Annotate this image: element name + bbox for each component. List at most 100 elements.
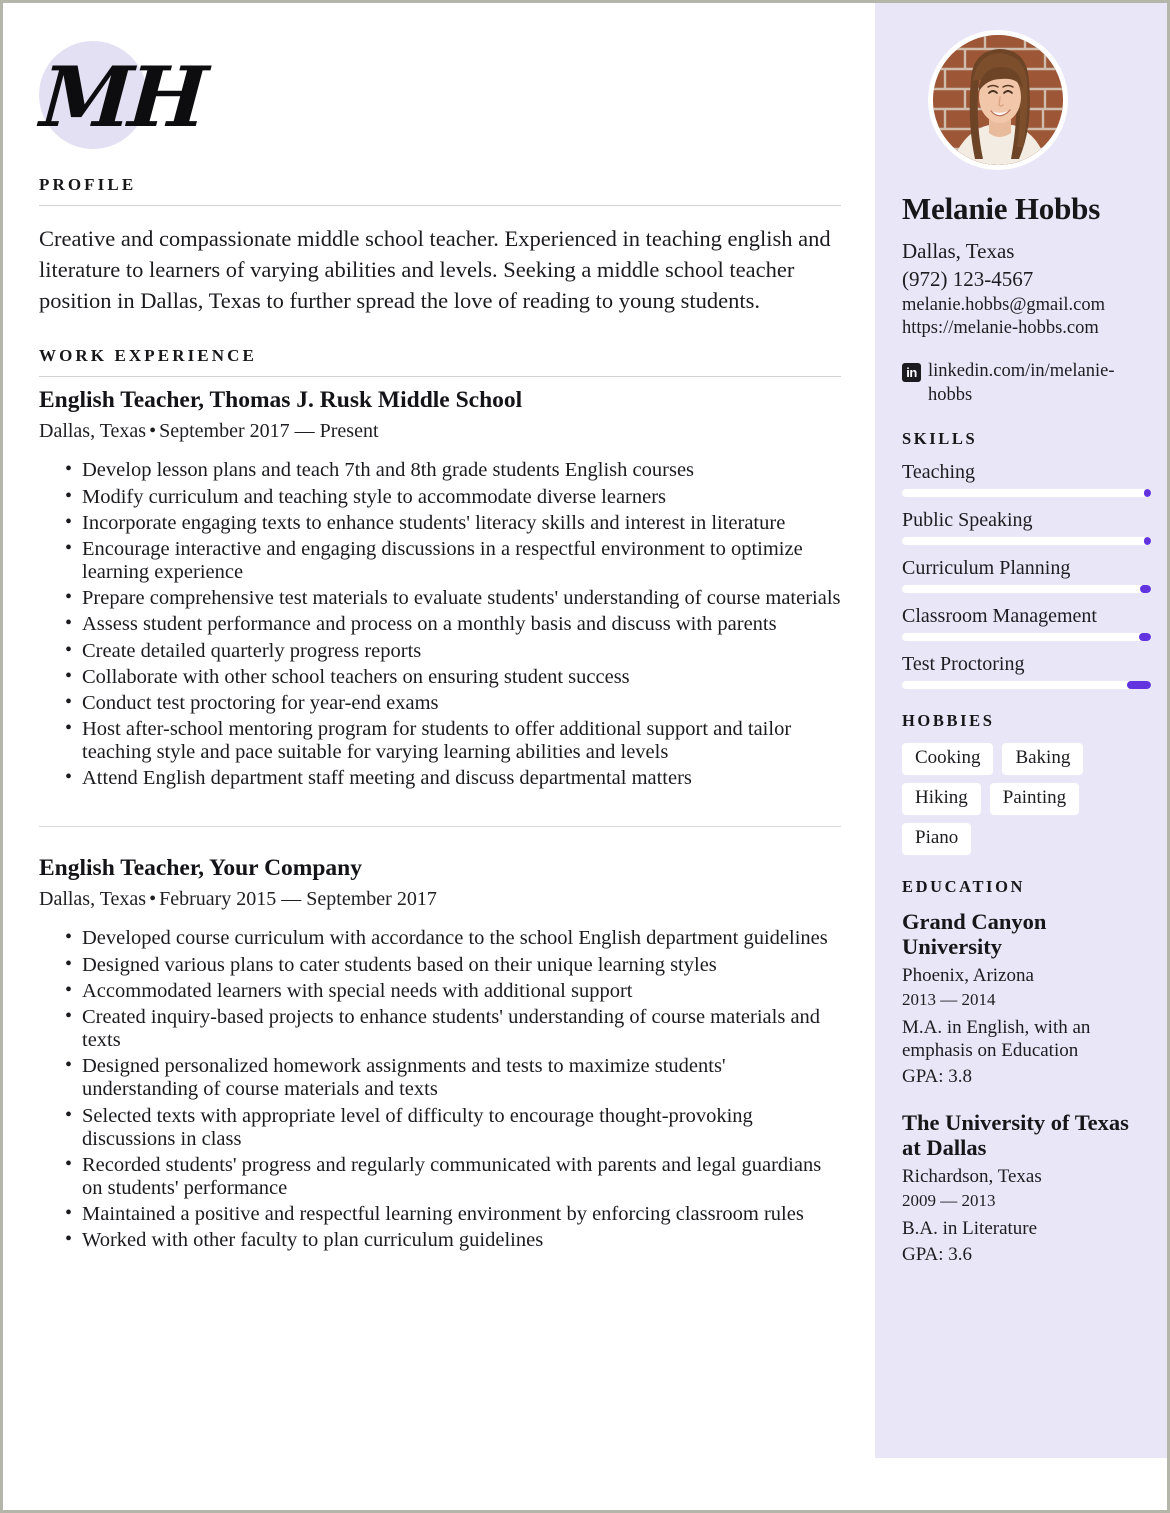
skill-bar	[902, 681, 1151, 690]
linkedin-url: linkedin.com/in/melanie-hobbs	[928, 360, 1115, 405]
education-school: Grand Canyon University	[902, 908, 1047, 959]
education-list: Grand Canyon University Phoenix, Arizona…	[902, 909, 1151, 1268]
education-item: Grand Canyon University Phoenix, Arizona…	[902, 909, 1151, 1090]
job-bullet: Selected texts with appropriate level of…	[65, 1104, 841, 1151]
job-bullet: Create detailed quarterly progress repor…	[65, 639, 841, 663]
job-bullet: Created inquiry-based projects to enhanc…	[65, 1005, 841, 1052]
job-bullet: Conduct test proctoring for year-end exa…	[65, 691, 841, 715]
work-experience-heading: WORK EXPERIENCE	[39, 346, 257, 366]
job-separator: •	[149, 420, 157, 443]
profile-section: PROFILE Creative and compassionate middl…	[39, 175, 841, 316]
job-location: Dallas, Texas	[39, 888, 147, 911]
job-bullet: Designed personalized homework assignmen…	[65, 1054, 841, 1101]
job-dates: September 2017 — Present	[159, 420, 379, 443]
job-bullet: Recorded students' progress and regularl…	[65, 1153, 841, 1200]
avatar-photo	[933, 35, 1063, 165]
linkedin-icon: in	[902, 362, 921, 382]
profile-heading: PROFILE	[39, 175, 137, 194]
job-bullet: Worked with other faculty to plan curric…	[65, 1228, 841, 1252]
job-bullet: Develop lesson plans and teach 7th and 8…	[65, 458, 841, 482]
hobby-tag: Baking	[1002, 743, 1084, 776]
contact-phone[interactable]: (972) 123-4567	[902, 266, 1151, 294]
profile-rule	[39, 205, 841, 206]
job-bullet-list: Develop lesson plans and teach 7th and 8…	[39, 458, 841, 790]
skill-bar	[902, 489, 1151, 498]
job-title: English Teacher, Your Company	[39, 855, 362, 882]
job-separator: •	[149, 888, 157, 911]
skill-item: Public Speaking	[902, 509, 1151, 546]
education-degree: M.A. in English, with an emphasis on Edu…	[902, 1016, 1091, 1062]
hobby-tag: Cooking	[902, 743, 994, 776]
education-dates: 2013 — 2014	[902, 989, 996, 1009]
job-bullet: Encourage interactive and engaging discu…	[65, 537, 841, 584]
job-bullet: Collaborate with other school teachers o…	[65, 665, 841, 689]
skill-bar-fill	[1139, 633, 1151, 642]
resume-page: MH PROFILE Creative and compassionate mi…	[0, 0, 1170, 1513]
job-bullet: Designed various plans to cater students…	[65, 953, 841, 977]
job-bullet: Developed course curriculum with accorda…	[65, 926, 841, 950]
education-item: The University of Texas at Dallas Richar…	[902, 1110, 1151, 1268]
job-bullet: Accommodated learners with special needs…	[65, 979, 841, 1003]
job-bullet: Assess student performance and process o…	[65, 612, 841, 636]
job-title: English Teacher, Thomas J. Rusk Middle S…	[39, 387, 523, 414]
education-gpa: GPA: 3.6	[902, 1243, 973, 1265]
job-bullet: Maintained a positive and respectful lea…	[65, 1202, 841, 1226]
education-degree: B.A. in Literature	[902, 1218, 1038, 1240]
skill-bar	[902, 537, 1151, 546]
skill-label: Classroom Management	[902, 605, 1097, 628]
education-heading: EDUCATION	[902, 876, 1026, 896]
contact-website[interactable]: https://melanie-hobbs.com	[902, 317, 1151, 341]
portrait-illustration	[933, 35, 1063, 165]
job-bullet: Prepare comprehensive test materials to …	[65, 586, 841, 610]
job-location: Dallas, Texas	[39, 420, 147, 443]
skill-bar-fill	[1144, 489, 1151, 498]
education-school: The University of Texas at Dallas	[902, 1110, 1129, 1161]
education-location: Richardson, Texas	[902, 1166, 1042, 1188]
skill-item: Curriculum Planning	[902, 557, 1151, 594]
hobbies-heading: HOBBIES	[902, 711, 995, 731]
hobbies-list: Cooking Baking Hiking Painting Piano	[902, 743, 1117, 855]
skill-bar-fill	[1140, 585, 1151, 594]
job-entry: English Teacher, Thomas J. Rusk Middle S…	[39, 387, 841, 790]
skill-label: Curriculum Planning	[902, 557, 1071, 580]
monogram-initials: MH	[37, 48, 207, 146]
skills-heading: SKILLS	[902, 429, 978, 449]
main-column: MH PROFILE Creative and compassionate mi…	[3, 3, 875, 1256]
education-dates: 2009 — 2013	[902, 1191, 996, 1211]
skill-label: Public Speaking	[902, 509, 1033, 532]
skills-list: Teaching Public Speaking Curriculum Plan…	[902, 461, 1151, 690]
skill-item: Classroom Management	[902, 605, 1151, 642]
skill-bar	[902, 585, 1151, 594]
linkedin-icon-glyph: in	[906, 364, 917, 380]
contact-email[interactable]: melanie.hobbs@gmail.com	[902, 294, 1151, 318]
monogram-logo: MH	[38, 39, 207, 149]
job-entry: English Teacher, Your Company Dallas, Te…	[39, 855, 841, 1252]
job-bullet: Modify curriculum and teaching style to …	[65, 485, 841, 509]
hobby-tag: Hiking	[902, 783, 981, 815]
job-bullet: Host after-school mentoring program for …	[65, 717, 841, 764]
skill-bar	[902, 633, 1151, 642]
skill-label: Teaching	[902, 461, 976, 484]
job-bullet: Attend English department staff meeting …	[65, 766, 841, 790]
education-gpa: GPA: 3.8	[902, 1066, 973, 1088]
job-dates: February 2015 — September 2017	[159, 888, 437, 911]
job-meta: Dallas, Texas • September 2017 — Present	[39, 420, 841, 443]
skill-bar-fill	[1144, 537, 1151, 546]
skill-item: Test Proctoring	[902, 653, 1151, 690]
education-location: Phoenix, Arizona	[902, 964, 1034, 986]
avatar	[928, 30, 1068, 170]
work-experience-rule	[39, 376, 841, 378]
profile-summary-text: Creative and compassionate middle school…	[39, 226, 831, 313]
job-bullet: Incorporate engaging texts to enhance st…	[65, 511, 841, 535]
contact-linkedin[interactable]: in linkedin.com/in/melanie-hobbs	[902, 360, 1151, 407]
contact-location: Dallas, Texas	[902, 239, 1015, 264]
skill-label: Test Proctoring	[902, 653, 1025, 676]
job-meta: Dallas, Texas • February 2015 — September …	[39, 888, 841, 911]
skill-bar-fill	[1127, 681, 1151, 690]
job-divider	[39, 826, 841, 828]
hobby-tag: Painting	[989, 783, 1080, 815]
work-experience-section: WORK EXPERIENCE English Teacher, Thomas …	[39, 346, 841, 1252]
person-name: Melanie Hobbs	[902, 191, 1101, 226]
hobby-tag: Piano	[902, 822, 972, 855]
skill-item: Teaching	[902, 461, 1151, 498]
